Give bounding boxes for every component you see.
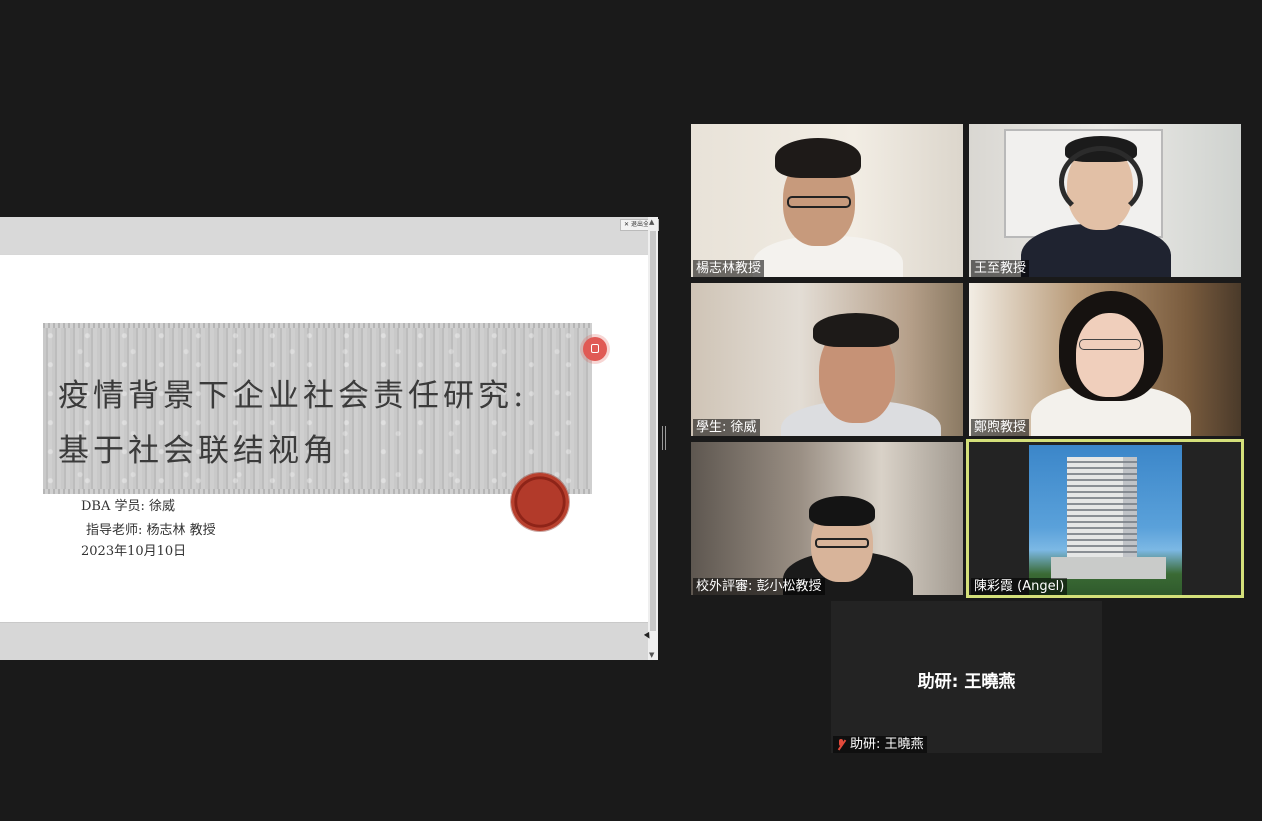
video-tile[interactable]: 楊志林教授 bbox=[691, 124, 963, 277]
slide-title-line2: 基于社会联结视角 bbox=[58, 433, 338, 469]
audio-only-tile[interactable]: 助研: 王曉燕 助研: 王曉燕 bbox=[831, 601, 1102, 753]
participant-name: 學生: 徐威 bbox=[693, 419, 760, 436]
building-photo bbox=[1029, 445, 1182, 595]
panel-splitter-handle[interactable] bbox=[662, 426, 666, 450]
scrollbar-thumb[interactable] bbox=[650, 231, 656, 631]
mic-muted-icon bbox=[836, 738, 846, 751]
headset-icon bbox=[1059, 146, 1143, 218]
participant-center-name: 助研: 王曉燕 bbox=[917, 672, 1016, 692]
building-base bbox=[1051, 557, 1166, 579]
participant-name: 楊志林教授 bbox=[693, 260, 765, 277]
slide-date: 2023年10月10日 bbox=[81, 544, 187, 559]
video-tile[interactable]: 學生: 徐威 bbox=[691, 283, 963, 436]
presentation-slide: 疫情背景下企业社会责任研究: 基于社会联结视角 DBA 学员: 徐威 指导老师:… bbox=[0, 255, 648, 623]
slide-advisor: 指导老师: 杨志林 教授 bbox=[86, 523, 216, 538]
participant-name: 王至教授 bbox=[971, 260, 1030, 277]
video-tile-active-speaker[interactable]: 陳彩霞 (Angel) bbox=[966, 439, 1244, 598]
glasses-icon bbox=[815, 538, 869, 548]
glasses-icon bbox=[1079, 339, 1141, 350]
vertical-scrollbar[interactable]: ▲ ▼ bbox=[648, 217, 658, 660]
scroll-up-icon[interactable]: ▲ bbox=[649, 218, 654, 226]
participant-hair bbox=[813, 313, 899, 347]
shared-screen: ✕ 退出全屏 ▲ ▼ 疫情背景下企业社会责任研究: 基于社会联结视角 DBA 学… bbox=[0, 217, 659, 660]
participant-name: 鄭煦教授 bbox=[971, 419, 1030, 436]
participant-body bbox=[1021, 224, 1171, 277]
scroll-down-icon[interactable]: ▼ bbox=[649, 651, 654, 659]
participant-face bbox=[1076, 313, 1144, 397]
share-toolbar: ✕ 退出全屏 bbox=[0, 217, 659, 254]
slide-title-line1: 疫情背景下企业社会责任研究: bbox=[58, 378, 528, 414]
video-tile[interactable]: 校外評審: 彭小松教授 bbox=[691, 442, 963, 595]
video-tile[interactable]: 鄭煦教授 bbox=[969, 283, 1241, 436]
participant-name-bar: 助研: 王曉燕 bbox=[833, 736, 927, 753]
participant-name: 校外評審: 彭小松教授 bbox=[693, 578, 825, 595]
annotation-float-button[interactable] bbox=[583, 337, 607, 361]
building-tower bbox=[1067, 457, 1137, 565]
glasses-icon bbox=[787, 196, 851, 208]
participant-hair bbox=[775, 138, 861, 178]
slide-student: DBA 学员: 徐威 bbox=[81, 499, 176, 514]
participant-hair bbox=[809, 496, 875, 526]
participant-name: 助研: 王曉燕 bbox=[850, 737, 924, 752]
video-tile[interactable]: 王至教授 bbox=[969, 124, 1241, 277]
red-seal-decoration bbox=[511, 473, 569, 531]
participant-name: 陳彩霞 (Angel) bbox=[971, 578, 1068, 595]
